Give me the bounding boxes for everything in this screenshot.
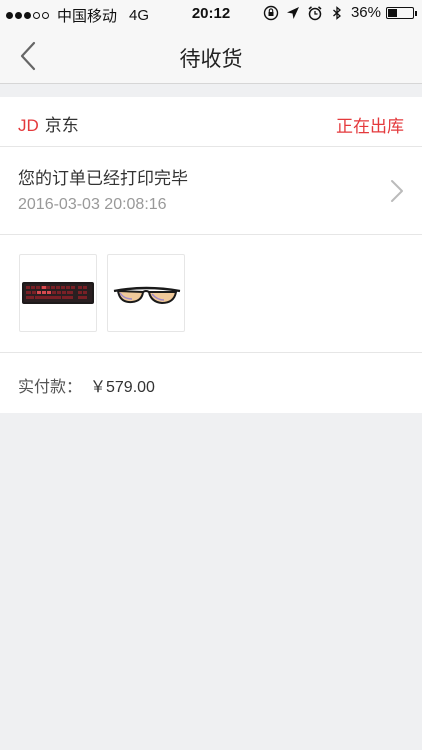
order-card[interactable]: JD 京东 正在出库 您的订单已经打印完毕 2016-03-03 20:08:16: [0, 97, 422, 413]
shop-name: JD 京东: [18, 111, 79, 136]
jd-logo: JD: [18, 116, 39, 135]
battery-percent: 36%: [350, 4, 381, 21]
product-list: [0, 235, 422, 353]
status-bar: 中国移动 4G 20:12 36%: [0, 0, 422, 28]
battery-fill: [388, 8, 397, 17]
location-arrow-icon: [286, 6, 299, 19]
navigation-bar: 待收货: [0, 28, 422, 84]
product-thumbnail-keyboard[interactable]: [19, 254, 97, 332]
keyboard-thumbnail: [22, 282, 94, 304]
product-thumbnail-glasses[interactable]: [107, 254, 185, 332]
shop-row: JD 京东 正在出库: [0, 97, 422, 147]
chevron-right-icon: [391, 180, 403, 202]
battery-icon: [386, 6, 417, 19]
battery-nub: [415, 10, 417, 16]
total-row: 实付款： ￥579.00: [0, 353, 422, 413]
tracking-row[interactable]: 您的订单已经打印完毕 2016-03-03 20:08:16: [0, 147, 422, 235]
order-status: 正在出库: [336, 117, 404, 136]
shop-name-label: 京东: [44, 116, 79, 135]
glasses-thumbnail: [113, 286, 181, 305]
rotation-lock-icon: [263, 5, 279, 20]
status-right: 36%: [263, 4, 417, 21]
tracking-message: 您的订单已经打印完毕: [18, 169, 188, 188]
page-title: 待收货: [179, 48, 243, 71]
tracking-time: 2016-03-03 20:08:16: [18, 196, 167, 213]
alarm-icon: [308, 5, 322, 20]
bluetooth-icon: [333, 5, 341, 20]
total-label: 实付款：: [18, 379, 83, 396]
total-amount: ￥579.00: [90, 379, 155, 396]
